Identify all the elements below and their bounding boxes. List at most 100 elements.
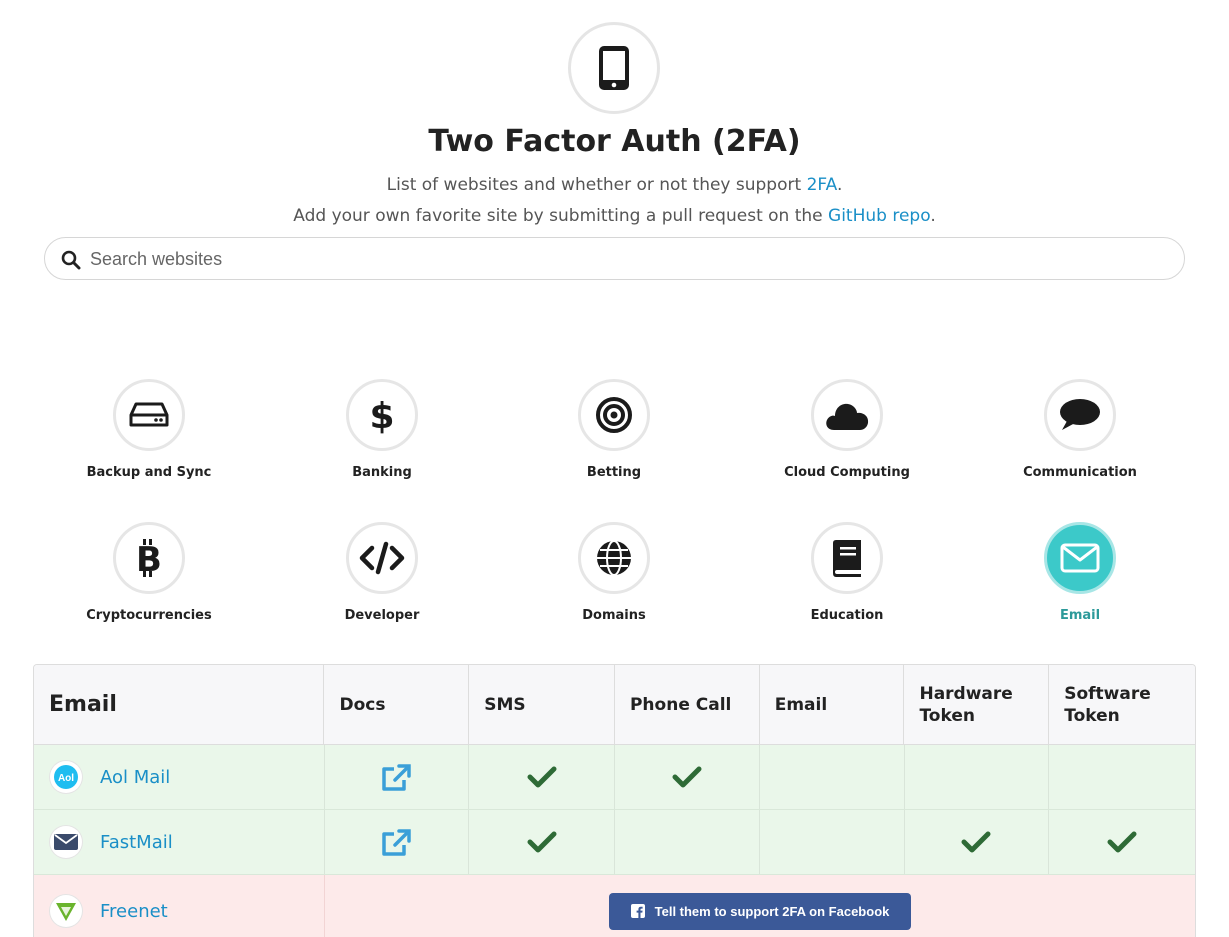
search-box [44, 237, 1185, 280]
site-link[interactable]: Freenet [100, 901, 168, 922]
mobile-phone-icon [599, 46, 629, 90]
site-link[interactable]: Aol Mail [100, 767, 170, 788]
external-link-icon[interactable] [380, 763, 412, 791]
hardware-token-cell [905, 745, 1050, 809]
site-cell: FastMail [34, 810, 325, 874]
category-backup-and-sync[interactable]: Backup and Sync [49, 379, 249, 480]
table-header-cell: Email [760, 665, 905, 744]
sms-cell [469, 745, 616, 809]
category-circle [1044, 379, 1116, 451]
sms-cell [469, 810, 616, 874]
category-circle: $ [346, 379, 418, 451]
checkmark-icon [672, 766, 702, 788]
category-education[interactable]: Education [747, 522, 947, 623]
category-label: Email [1059, 608, 1101, 623]
category-circle [346, 522, 418, 594]
globe-icon [597, 540, 631, 576]
category-label: Developer [344, 608, 420, 623]
hardware-token-cell [905, 810, 1050, 874]
docs-cell [325, 810, 470, 874]
aol-mail-logo: Aol [50, 761, 82, 793]
freenet-logo [50, 895, 82, 927]
category-cryptocurrencies[interactable]: B Cryptocurrencies [49, 522, 249, 623]
category-label: Banking [352, 465, 412, 480]
category-label: Domains [582, 608, 646, 623]
category-circle [578, 379, 650, 451]
2fa-link[interactable]: 2FA [807, 175, 837, 195]
table-row: Aol Aol Mail [34, 745, 1195, 810]
github-repo-link[interactable]: GitHub repo [828, 206, 930, 226]
category-betting[interactable]: Betting [514, 379, 714, 480]
checkmark-icon [961, 831, 991, 853]
phone-call-cell [615, 810, 760, 874]
fastmail-logo [50, 826, 82, 858]
table-header-cell: Phone Call [615, 665, 760, 744]
category-circle [578, 522, 650, 594]
hard-drive-icon [129, 402, 169, 427]
external-link-icon[interactable] [380, 828, 412, 856]
speech-bubble-icon [1060, 399, 1100, 430]
dollar-icon: $ [370, 396, 394, 434]
table-row: FastMail [34, 810, 1195, 875]
category-circle [811, 522, 883, 594]
bullseye-icon [596, 397, 632, 433]
envelope-icon [1060, 543, 1100, 573]
facebook-icon [630, 904, 645, 918]
checkmark-icon [527, 766, 557, 788]
site-cell: Freenet [34, 875, 325, 937]
fastmail-envelope-icon [54, 834, 78, 850]
svg-text:Aol: Aol [58, 773, 74, 784]
category-label: Cryptocurrencies [86, 608, 212, 623]
software-token-cell [1049, 810, 1195, 874]
email-cell [760, 745, 905, 809]
category-communication[interactable]: Communication [980, 379, 1180, 480]
category-circle: B [113, 522, 185, 594]
intro-period: . [836, 175, 843, 195]
category-label: Backup and Sync [86, 465, 212, 480]
cloud-icon [826, 403, 869, 430]
aol-logo-icon: Aol [54, 765, 78, 789]
checkmark-icon [1107, 831, 1137, 853]
category-email[interactable]: Email [980, 522, 1180, 623]
freenet-logo-icon [56, 903, 76, 921]
phone-call-cell [615, 745, 760, 809]
category-label: Betting [586, 465, 642, 480]
hero-phone-circle [568, 22, 660, 114]
search-icon [61, 250, 81, 270]
page-title: Two Factor Auth (2FA) [428, 124, 801, 159]
category-label: Communication [1023, 465, 1137, 480]
table-header-cell: Docs [324, 665, 470, 744]
search-input[interactable] [90, 244, 1170, 274]
table-header: Email Docs SMS Phone Call Email Hardware… [34, 665, 1195, 745]
software-token-cell [1049, 745, 1195, 809]
table-header-cell: Software Token [1064, 683, 1151, 726]
category-circle [811, 379, 883, 451]
intro-period: . [930, 206, 936, 226]
table-header-cell: Hardware Token [904, 665, 1050, 744]
unsupported-cell: Tell them to support 2FA on Facebook [325, 875, 1195, 937]
site-link[interactable]: FastMail [100, 832, 173, 853]
email-cell [760, 810, 905, 874]
category-cloud-computing[interactable]: Cloud Computing [747, 379, 947, 480]
intro-text: List of websites and whether or not they… [386, 175, 807, 195]
category-banking[interactable]: $ Banking [282, 379, 482, 480]
sites-table: Email Docs SMS Phone Call Email Hardware… [33, 664, 1196, 937]
category-label: Cloud Computing [784, 465, 910, 480]
category-circle-active [1044, 522, 1116, 594]
table-header-cell: SMS [469, 665, 615, 744]
category-label: Education [810, 608, 884, 623]
facebook-support-button[interactable]: Tell them to support 2FA on Facebook [609, 892, 911, 930]
checkmark-icon [527, 831, 557, 853]
svg-text:$: $ [370, 396, 394, 434]
category-domains[interactable]: Domains [514, 522, 714, 623]
intro-text: Add your own favorite site by submitting… [293, 206, 829, 226]
intro-line-1: List of websites and whether or not they… [0, 175, 1229, 195]
code-icon [359, 541, 405, 575]
book-icon [833, 540, 861, 577]
bitcoin-icon: B [136, 539, 162, 578]
table-row-unsupported: Freenet Tell them to support 2FA on Face… [34, 875, 1195, 937]
intro-line-2: Add your own favorite site by submitting… [0, 206, 1229, 226]
facebook-button-label: Tell them to support 2FA on Facebook [654, 903, 890, 919]
docs-cell [325, 745, 470, 809]
category-developer[interactable]: Developer [282, 522, 482, 623]
